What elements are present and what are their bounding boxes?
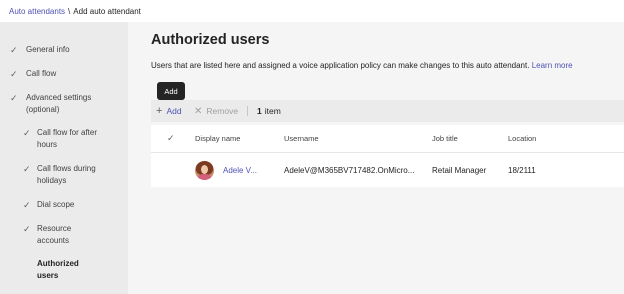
check-icon: ✓ (10, 93, 18, 103)
step-label-line2: (optional) (26, 105, 60, 114)
check-icon: ✓ (10, 45, 18, 55)
item-count: 1 item (257, 100, 281, 122)
breadcrumb-separator: \ (68, 6, 71, 16)
users-table: ✓ Display name Username Job title Locati… (151, 125, 624, 187)
avatar (195, 161, 214, 180)
item-count-label: item (264, 106, 281, 116)
page-title: Authorized users (151, 32, 270, 48)
step-label-line2: holidays (37, 176, 67, 185)
column-header-location[interactable]: Location (508, 125, 536, 152)
add-button-label: Add (166, 106, 182, 116)
breadcrumb: Auto attendants \ Add auto attendant (0, 0, 624, 22)
select-all-checkbox[interactable]: ✓ (167, 125, 175, 152)
step-label: Call flow (26, 69, 57, 78)
step-label-line2: accounts (37, 236, 70, 245)
add-tooltip: Add (157, 82, 185, 104)
step-label: General info (26, 45, 70, 54)
item-count-number: 1 (257, 106, 262, 116)
breadcrumb-current: Add auto attendant (73, 6, 141, 16)
check-icon: ✓ (10, 69, 18, 79)
main-content: Authorized users Users that are listed h… (128, 22, 624, 294)
step-label-line1: Call flows during (37, 164, 96, 173)
cell-job-title: Retail Manager (432, 165, 487, 175)
step-label-line1: Resource (37, 224, 72, 233)
wizard-sidebar: ✓ General info ✓ Call flow ✓ Advanced se… (0, 22, 128, 294)
check-icon: ✓ (23, 224, 31, 234)
column-header-job-title[interactable]: Job title (432, 125, 458, 152)
check-icon: ✓ (23, 200, 31, 210)
step-label-line2: users (37, 271, 59, 280)
toolbar: + Add ✕ Remove 1 item (151, 100, 624, 122)
step-label-line1: Call flow for after (37, 128, 98, 137)
description-text: Users that are listed here and assigned … (151, 61, 530, 70)
page-description: Users that are listed here and assigned … (151, 61, 573, 70)
breadcrumb-auto-attendants-link[interactable]: Auto attendants (9, 7, 65, 16)
cell-username: AdeleV@M365BV717482.OnMicro... (284, 165, 415, 175)
column-header-username[interactable]: Username (284, 125, 319, 152)
check-icon: ✓ (23, 128, 31, 138)
close-icon: ✕ (194, 105, 203, 117)
add-button[interactable]: + Add (156, 100, 182, 122)
step-label-line2: hours (37, 140, 58, 149)
check-icon: ✓ (23, 164, 31, 174)
column-header-display-name[interactable]: Display name (195, 125, 240, 152)
remove-button-label: Remove (206, 106, 239, 116)
learn-more-link[interactable]: Learn more (532, 61, 573, 70)
cell-location: 18/2111 (508, 165, 536, 175)
remove-button[interactable]: ✕ Remove (194, 100, 238, 122)
step-label: Dial scope (37, 200, 75, 209)
step-label-line1: Advanced settings (26, 93, 92, 102)
plus-icon: + (156, 105, 163, 117)
cell-display-name[interactable]: Adele V... (223, 153, 257, 187)
step-label-line1: Authorized (37, 259, 79, 268)
toolbar-divider (247, 106, 248, 116)
